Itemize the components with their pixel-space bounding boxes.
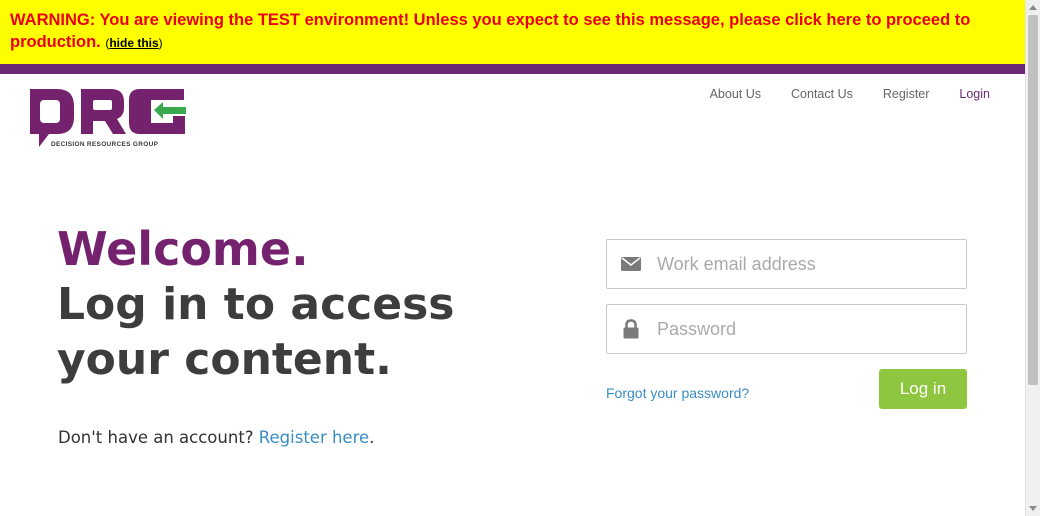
email-input[interactable] — [657, 240, 957, 288]
top-nav: About Us Contact Us Register Login — [680, 87, 990, 101]
vertical-scrollbar[interactable] — [1025, 0, 1040, 516]
header-divider — [0, 64, 1025, 74]
welcome-heading: Welcome. — [57, 222, 309, 276]
forgot-password-link[interactable]: Forgot your password? — [606, 385, 749, 401]
test-environment-warning[interactable]: WARNING: You are viewing the TEST enviro… — [0, 0, 1025, 64]
register-here-link[interactable]: Register here — [259, 428, 369, 447]
register-prompt: Don't have an account? Register here. — [58, 428, 375, 447]
hero-headline: Welcome. Log in to access your content. — [57, 222, 454, 387]
page: WARNING: You are viewing the TEST enviro… — [0, 0, 1025, 516]
hide-this-link[interactable]: hide this — [109, 36, 158, 50]
scroll-down-icon[interactable] — [1029, 506, 1037, 511]
hide-warning: (hide this) — [105, 36, 163, 50]
warning-text[interactable]: WARNING: You are viewing the TEST enviro… — [10, 9, 1015, 54]
logo-tagline: DECISION RESOURCES GROUP — [51, 141, 159, 148]
envelope-icon — [621, 254, 641, 274]
nav-about-us[interactable]: About Us — [710, 87, 761, 101]
email-field[interactable] — [606, 239, 967, 289]
lock-icon — [621, 319, 641, 339]
login-button[interactable]: Log in — [879, 369, 967, 409]
nav-contact-us[interactable]: Contact Us — [791, 87, 853, 101]
hero-line-2: your content. — [57, 334, 392, 385]
nav-login[interactable]: Login — [959, 87, 990, 101]
hero-line-1: Log in to access — [57, 279, 455, 330]
nav-register[interactable]: Register — [883, 87, 930, 101]
password-input[interactable] — [657, 305, 957, 353]
scroll-up-icon[interactable] — [1029, 5, 1037, 10]
drg-logo[interactable]: DECISION RESOURCES GROUP — [29, 88, 189, 152]
password-field[interactable] — [606, 304, 967, 354]
register-prompt-text: Don't have an account? — [58, 428, 259, 447]
scrollbar-thumb[interactable] — [1028, 15, 1038, 385]
